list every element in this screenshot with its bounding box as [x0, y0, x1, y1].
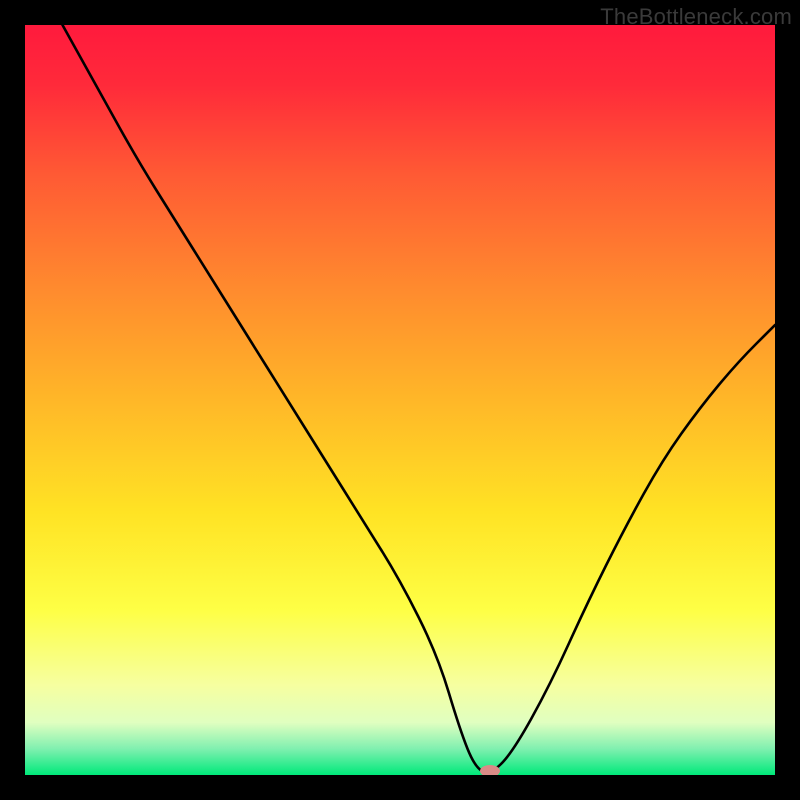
chart-background	[25, 25, 775, 775]
watermark-text: TheBottleneck.com	[600, 4, 792, 30]
chart-frame: TheBottleneck.com	[0, 0, 800, 800]
chart-svg	[25, 25, 775, 775]
plot-area	[25, 25, 775, 775]
